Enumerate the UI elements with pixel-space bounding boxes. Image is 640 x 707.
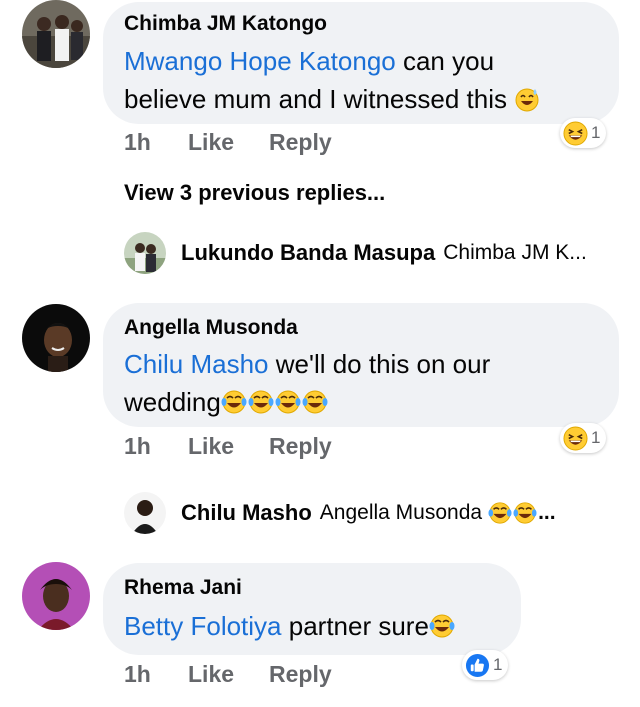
avatar-angella[interactable] (22, 304, 90, 372)
avatar-chilu[interactable] (124, 492, 166, 534)
comment-text: Chilu Masho we'll do this on our wedding (124, 345, 604, 421)
comment-text-part: believe mum and I witnessed this (124, 84, 507, 114)
photo-couple-avatar (124, 232, 166, 274)
reply-preview-text: Chimba JM K... (443, 241, 587, 264)
laughing-emoji-icon (563, 425, 588, 451)
reply-preview[interactable]: Chilu Masho Angella Musonda ... (181, 500, 556, 526)
mention-link[interactable]: Betty Folotiya (124, 611, 282, 641)
reaction-count: 1 (591, 123, 601, 142)
photo-woman-avatar (22, 304, 90, 372)
reaction-summary[interactable]: 1 (560, 118, 607, 148)
photo-group-avatar (22, 0, 90, 68)
laughing-tears-emoji-icon (488, 501, 512, 525)
view-previous-replies-link[interactable]: View 3 previous replies... (124, 180, 385, 206)
avatar-lukundo[interactable] (124, 232, 166, 274)
avatar-chimba[interactable] (22, 0, 90, 68)
laughing-emoji-icon (563, 120, 588, 146)
mention-link[interactable]: Mwango Hope Katongo (124, 46, 396, 76)
laughing-tears-emoji-icon (248, 389, 274, 415)
reply-button[interactable]: Reply (269, 129, 332, 156)
laughing-tears-emoji-icon (275, 389, 301, 415)
comment-author[interactable]: Chimba JM Katongo (124, 12, 327, 36)
comment-author[interactable]: Angella Musonda (124, 316, 298, 340)
comment-text: Betty Folotiya partner sure (124, 607, 514, 645)
laughing-tears-emoji-icon (513, 501, 537, 525)
comment-text-part: wedding (124, 387, 221, 417)
reply-preview-ellipsis: ... (538, 501, 556, 524)
like-button[interactable]: Like (188, 661, 234, 688)
comment-text-part: we'll do this on our (268, 349, 491, 379)
comment-author[interactable]: Rhema Jani (124, 576, 242, 600)
comment-time[interactable]: 1h (124, 129, 151, 156)
comment-time[interactable]: 1h (124, 661, 151, 688)
reply-author[interactable]: Lukundo Banda Masupa (181, 240, 435, 266)
laughing-tears-emoji-icon (221, 389, 247, 415)
laughing-tears-emoji-icon (302, 389, 328, 415)
comment-text-part: partner sure (281, 611, 429, 641)
reply-preview[interactable]: Lukundo Banda Masupa Chimba JM K... (181, 240, 587, 266)
reaction-count: 1 (493, 655, 503, 674)
like-button[interactable]: Like (188, 433, 234, 460)
photo-man-avatar (124, 492, 166, 534)
sweat-smile-emoji-icon (514, 86, 540, 112)
avatar-rhema[interactable] (22, 562, 90, 630)
mention-link[interactable]: Chilu Masho (124, 349, 269, 379)
like-thumb-icon (465, 653, 490, 678)
laughing-tears-emoji-icon (429, 613, 455, 639)
photo-woman-avatar (22, 562, 90, 630)
reply-author[interactable]: Chilu Masho (181, 500, 312, 526)
reply-preview-text: Angella Musonda (319, 501, 483, 524)
reaction-summary[interactable]: 1 (462, 650, 509, 680)
comment-time[interactable]: 1h (124, 433, 151, 460)
reaction-count: 1 (591, 428, 601, 447)
reply-button[interactable]: Reply (269, 433, 332, 460)
comment-text: Mwango Hope Katongo can you believe mum … (124, 42, 604, 118)
like-button[interactable]: Like (188, 129, 234, 156)
reaction-summary[interactable]: 1 (560, 423, 607, 453)
comment-text-part: can you (395, 46, 495, 76)
reply-button[interactable]: Reply (269, 661, 332, 688)
